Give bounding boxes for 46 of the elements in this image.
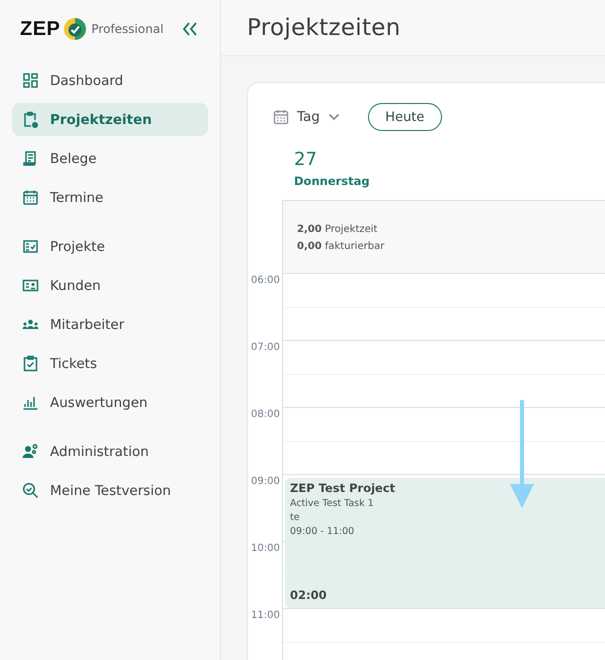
note-text: te	[290, 512, 300, 523]
time-label: 06:00	[250, 274, 281, 288]
duration-label: 02:00	[290, 588, 327, 602]
id-card-icon	[22, 277, 39, 294]
calendar-icon	[22, 189, 39, 206]
time-label: 10:00	[250, 542, 281, 556]
today-button[interactable]: Heute	[368, 103, 442, 131]
nav-item[interactable]: Dashboard	[12, 64, 208, 97]
nav-item[interactable]: Termine	[12, 181, 208, 214]
bar-chart-icon	[22, 394, 39, 411]
day-number: 27	[294, 149, 318, 170]
logo-text: ZEP	[20, 18, 60, 40]
nav-item[interactable]: Kunden	[12, 269, 208, 302]
calendar-icon	[273, 109, 289, 125]
person-gear-icon	[22, 443, 39, 460]
time-label: 11:00	[250, 609, 281, 623]
task-label: Active Test Task 1	[290, 498, 374, 509]
clipboard-check-icon	[22, 355, 39, 372]
nav-item[interactable]: Administration	[12, 435, 208, 468]
time-label: 09:00	[250, 475, 281, 489]
page-title: Projektzeiten	[247, 14, 401, 40]
nav-item[interactable]: Belege	[12, 142, 208, 175]
clipboard-clock-icon	[22, 111, 39, 128]
checklist-icon	[22, 238, 39, 255]
entry-title: ZEP Test Project	[290, 481, 396, 495]
nav-item[interactable]: Meine Testversion	[12, 474, 208, 507]
collapse-icon[interactable]	[182, 22, 198, 36]
weekday-label: Donnerstag	[294, 174, 371, 188]
nav-item[interactable]: Auswertungen	[12, 386, 208, 419]
grid-icon	[22, 72, 39, 89]
magnifier-check-icon	[22, 482, 39, 499]
clock-check-icon	[63, 17, 88, 41]
time-entry[interactable]: ZEP Test Project Active Test Task 1 te 09:00 - 11:00 02:00	[285, 478, 605, 608]
nav-item[interactable]: Tickets	[12, 347, 208, 380]
nav-item[interactable]: Projekte	[12, 230, 208, 263]
nav-item[interactable]: Mitarbeiter	[12, 308, 208, 341]
view-dropdown[interactable]: Tag	[297, 109, 340, 125]
time-label: 07:00	[250, 341, 281, 355]
time-label: 08:00	[250, 408, 281, 422]
nav-item[interactable]: Projektzeiten	[12, 103, 208, 136]
summary-line: 2,00 Projektzeit	[297, 223, 378, 237]
receipt-icon	[22, 150, 39, 167]
caret-icon	[328, 113, 340, 121]
time-range: 09:00 - 11:00	[290, 526, 354, 537]
summary-line: 0,00 fakturierbar	[297, 240, 386, 254]
edition-label: Professional	[91, 22, 164, 36]
